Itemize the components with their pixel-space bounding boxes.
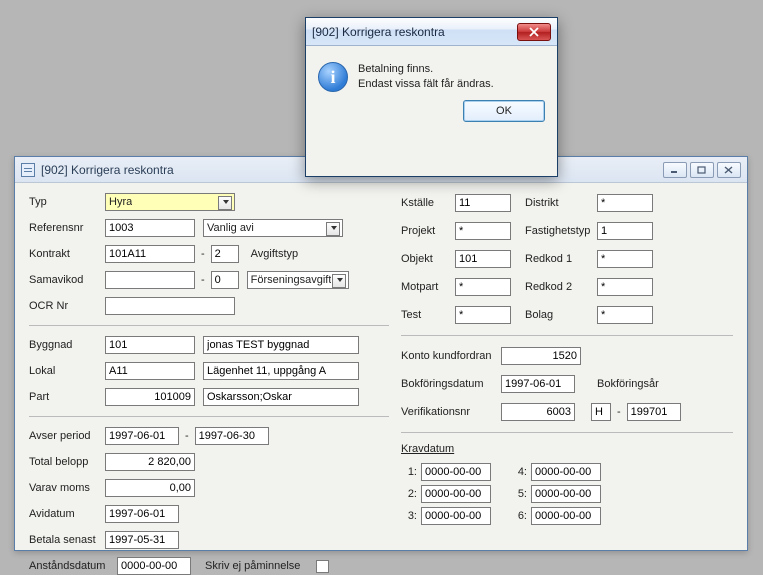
redkod1-label: Redkod 1	[515, 253, 593, 265]
part-label: Part	[29, 391, 101, 403]
fastighetstyp-label: Fastighetstyp	[515, 225, 593, 237]
kravdatum-heading: Kravdatum	[401, 443, 733, 455]
ocr-label: OCR Nr	[29, 300, 101, 312]
motpart-label: Motpart	[401, 281, 451, 293]
lokal-label: Lokal	[29, 365, 101, 377]
anstand-input[interactable]	[117, 557, 191, 575]
kstalle-label: Kställe	[401, 197, 451, 209]
samavikod-sub-input[interactable]	[211, 271, 239, 289]
dialog-message: Betalning finns. Endast vissa fält får ä…	[358, 62, 494, 92]
kontrakt-input[interactable]	[105, 245, 195, 263]
samavikod-label: Samavikod	[29, 274, 101, 286]
verif-input[interactable]	[501, 403, 575, 421]
krav1-input[interactable]	[421, 463, 491, 481]
part-name-input[interactable]	[203, 388, 359, 406]
avser-label: Avser period	[29, 430, 101, 442]
fastighetstyp-input[interactable]	[597, 222, 653, 240]
test-label: Test	[401, 309, 451, 321]
krav6-input[interactable]	[531, 507, 601, 525]
total-input[interactable]	[105, 453, 195, 471]
byggnad-name-input[interactable]	[203, 336, 359, 354]
typ-select[interactable]: Hyra	[105, 193, 235, 211]
projekt-input[interactable]	[455, 222, 511, 240]
byggnad-input[interactable]	[105, 336, 195, 354]
referensnr-input[interactable]	[105, 219, 195, 237]
motpart-input[interactable]	[455, 278, 511, 296]
konto-input[interactable]	[501, 347, 581, 365]
bolag-label: Bolag	[515, 309, 593, 321]
total-label: Total belopp	[29, 456, 101, 468]
bokfdatum-input[interactable]	[501, 375, 575, 393]
kontrakt-label: Kontrakt	[29, 248, 101, 260]
projekt-label: Projekt	[401, 225, 451, 237]
moms-input[interactable]	[105, 479, 195, 497]
right-panel: Kställe Distrikt Projekt Fastighetstyp O…	[401, 193, 733, 550]
paminnelse-checkbox[interactable]	[316, 560, 329, 573]
samavikod-input[interactable]	[105, 271, 195, 289]
betala-label: Betala senast	[29, 534, 101, 546]
bokfar-label: Bokföringsår	[597, 378, 659, 390]
info-dialog: [902] Korrigera reskontra i Betalning fi…	[305, 17, 558, 177]
kontrakt-sub-input[interactable]	[211, 245, 239, 263]
kravdatum-grid: 1: 2: 3: 4: 5: 6:	[401, 463, 733, 525]
krav2-input[interactable]	[421, 485, 491, 503]
konto-label: Konto kundfordran	[401, 350, 497, 362]
left-panel: Typ Hyra Referensnr Vanlig avi Kontrakt …	[29, 193, 389, 550]
dialog-close-button[interactable]	[517, 23, 551, 41]
verif-label: Verifikationsnr	[401, 406, 497, 418]
krav5-input[interactable]	[531, 485, 601, 503]
test-input[interactable]	[455, 306, 511, 324]
bokfdatum-label: Bokföringsdatum	[401, 378, 497, 390]
betala-input[interactable]	[105, 531, 179, 549]
separator	[29, 325, 389, 326]
avgiftstyp-label: Avgiftstyp	[251, 248, 299, 260]
dialog-titlebar: [902] Korrigera reskontra	[306, 18, 557, 46]
distrikt-input[interactable]	[597, 194, 653, 212]
info-icon: i	[318, 62, 348, 92]
lokal-name-input[interactable]	[203, 362, 359, 380]
bolag-input[interactable]	[597, 306, 653, 324]
main-window: [902] Korrigera reskontra Typ Hyra R	[14, 156, 748, 551]
separator	[401, 335, 733, 336]
verif-year-input[interactable]	[627, 403, 681, 421]
app-icon	[21, 163, 35, 177]
kstalle-input[interactable]	[455, 194, 511, 212]
redkod1-input[interactable]	[597, 250, 653, 268]
paminnelse-label: Skriv ej påminnelse	[205, 560, 300, 572]
redkod2-input[interactable]	[597, 278, 653, 296]
ocr-input[interactable]	[105, 297, 235, 315]
distrikt-label: Distrikt	[515, 197, 593, 209]
krav4-input[interactable]	[531, 463, 601, 481]
objekt-input[interactable]	[455, 250, 511, 268]
part-input[interactable]	[105, 388, 195, 406]
referensnr-label: Referensnr	[29, 222, 101, 234]
moms-label: Varav moms	[29, 482, 101, 494]
avidatum-input[interactable]	[105, 505, 179, 523]
anstand-label: Anståndsdatum	[29, 560, 113, 572]
ok-button[interactable]: OK	[463, 100, 545, 122]
avser-to-input[interactable]	[195, 427, 269, 445]
lokal-input[interactable]	[105, 362, 195, 380]
typ-label: Typ	[29, 196, 101, 208]
separator	[401, 432, 733, 433]
close-button[interactable]	[717, 162, 741, 178]
forsening-select[interactable]: Förseningsavgift	[247, 271, 349, 289]
avidatum-label: Avidatum	[29, 508, 101, 520]
avityp-select[interactable]: Vanlig avi	[203, 219, 343, 237]
avser-from-input[interactable]	[105, 427, 179, 445]
minimize-button[interactable]	[663, 162, 687, 178]
verif-prefix-input[interactable]	[591, 403, 611, 421]
maximize-button[interactable]	[690, 162, 714, 178]
krav3-input[interactable]	[421, 507, 491, 525]
redkod2-label: Redkod 2	[515, 281, 593, 293]
dialog-title: [902] Korrigera reskontra	[312, 25, 517, 39]
byggnad-label: Byggnad	[29, 339, 101, 351]
separator	[29, 416, 389, 417]
objekt-label: Objekt	[401, 253, 451, 265]
